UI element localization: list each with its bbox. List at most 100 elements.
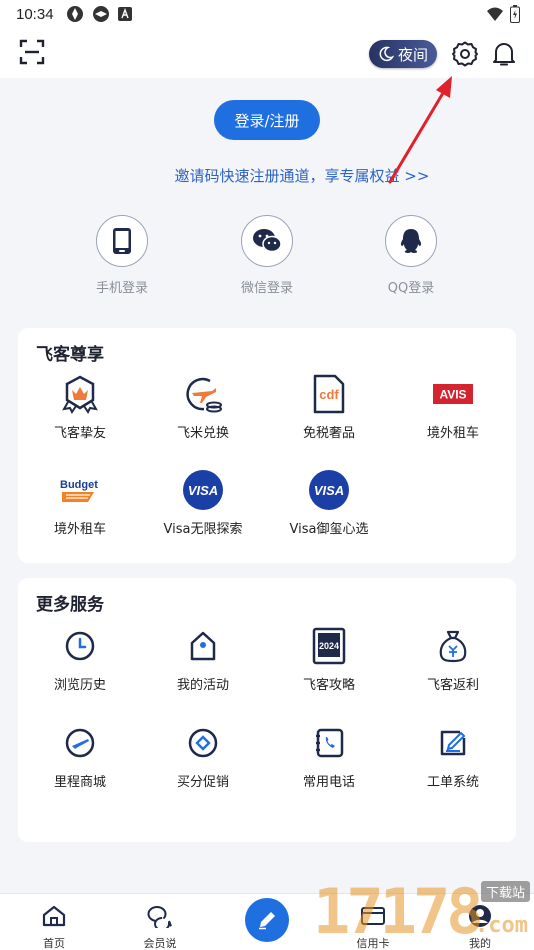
grid-item-guide[interactable]: 2024 飞客攻略 xyxy=(274,624,384,693)
privileges-card: 飞客尊享 飞客挚友 飞米兑换 cdf 免税奢品 AVIS 境外租车 Budget… xyxy=(18,328,516,563)
grid-item-duty-free[interactable]: cdf 免税奢品 xyxy=(274,372,384,441)
grid-item-my-activity[interactable]: 我的活动 xyxy=(148,624,258,693)
bell-icon[interactable] xyxy=(490,40,518,68)
font-notification-icon xyxy=(117,7,132,21)
app-notification-icon xyxy=(66,6,83,22)
grid-item-avis[interactable]: AVIS 境外租车 xyxy=(398,372,508,441)
nav-item-label: 信用卡 xyxy=(356,937,390,950)
home-icon xyxy=(42,905,66,927)
moon-icon xyxy=(379,46,394,62)
nav-item-credit-card[interactable]: 信用卡 xyxy=(333,904,413,950)
grid-item-label: 里程商城 xyxy=(53,775,106,790)
plane-circle-icon xyxy=(65,728,95,758)
money-bag-icon xyxy=(439,630,467,663)
status-bar: 10:34 xyxy=(0,0,534,28)
scan-icon[interactable] xyxy=(18,38,46,66)
grid-item-visa-infinite[interactable]: VISA Visa无限探索 xyxy=(148,468,258,537)
nav-item-mine[interactable]: 我的 xyxy=(440,904,520,950)
nav-item-label: 会员说 xyxy=(143,937,177,950)
grid-item-label: 工单系统 xyxy=(426,775,479,790)
edit-form-icon xyxy=(440,730,466,756)
chat-bubbles-icon xyxy=(147,906,172,931)
profile-icon xyxy=(469,905,491,927)
crown-badge-icon xyxy=(62,375,98,414)
nav-item-home[interactable]: 首页 xyxy=(14,904,94,950)
settings-gear-icon[interactable] xyxy=(451,40,479,68)
grid-item-feimi-exchange[interactable]: 飞米兑换 xyxy=(148,372,258,441)
grid-item-label: 买分促销 xyxy=(176,775,229,790)
qq-login-label: QQ登录 xyxy=(387,281,435,296)
location-tag-icon xyxy=(190,631,216,661)
credit-card-icon xyxy=(361,907,385,925)
status-system-icons xyxy=(486,5,520,23)
diamond-circle-icon xyxy=(188,728,218,758)
grid-item-label: 飞米兑换 xyxy=(176,426,229,441)
grid-item-label: 免税奢品 xyxy=(302,426,355,441)
services-card: 更多服务 浏览历史 我的活动 2024 飞客攻略 飞客返利 里程商城 买分促销 xyxy=(18,578,516,842)
qq-login-option[interactable]: QQ登录 xyxy=(361,215,461,296)
visa-text: VISA xyxy=(314,483,344,498)
calendar-book-icon: 2024 xyxy=(312,627,346,665)
grid-item-label: 飞客挚友 xyxy=(53,426,106,441)
grid-item-label: 飞客返利 xyxy=(426,678,479,693)
pen-icon xyxy=(259,912,275,930)
qq-icon xyxy=(400,229,422,253)
grid-item-phone-book[interactable]: 常用电话 xyxy=(274,721,384,790)
nav-item-label: 首页 xyxy=(43,937,65,950)
nav-item-label: 我的 xyxy=(469,937,491,950)
wechat-login-label: 微信登录 xyxy=(240,281,293,296)
grid-item-label: 境外租车 xyxy=(426,426,479,441)
nav-item-member-talk[interactable]: 会员说 xyxy=(120,904,200,950)
grid-item-feike-friend[interactable]: 飞客挚友 xyxy=(25,372,135,441)
qq-login-circle[interactable] xyxy=(385,215,437,267)
cdf-icon: cdf xyxy=(313,374,345,414)
phone-book-icon xyxy=(316,728,344,758)
guide-year-text: 2024 xyxy=(319,641,339,651)
grid-item-visa-signature[interactable]: VISA Visa御玺心选 xyxy=(274,468,384,537)
grid-item-ticket-system[interactable]: 工单系统 xyxy=(398,721,508,790)
wechat-login-circle[interactable] xyxy=(241,215,293,267)
budget-logo-icon: Budget xyxy=(60,479,98,502)
grid-item-budget[interactable]: Budget 境外租车 xyxy=(25,468,135,537)
wifi-icon xyxy=(487,7,503,21)
grid-item-label: 飞客攻略 xyxy=(302,678,355,693)
grid-item-buy-points[interactable]: 买分促销 xyxy=(148,721,258,790)
visa-text: VISA xyxy=(188,483,218,498)
grid-item-label: 我的活动 xyxy=(176,678,229,693)
status-time: 10:34 xyxy=(16,5,54,23)
privileges-title: 飞客尊享 xyxy=(36,345,104,365)
app-notification-icon xyxy=(92,6,109,22)
services-title: 更多服务 xyxy=(36,595,104,615)
grid-item-history[interactable]: 浏览历史 xyxy=(25,624,135,693)
avis-text: AVIS xyxy=(439,388,466,402)
night-mode-button[interactable]: 夜间 xyxy=(369,40,437,68)
invite-code-link[interactable]: 邀请码快速注册通道，享专属权益 >> xyxy=(0,165,534,186)
budget-text: Budget xyxy=(60,479,98,491)
phone-login-circle[interactable] xyxy=(96,215,148,267)
grid-item-label: Visa御玺心选 xyxy=(289,522,369,537)
top-bar: 夜间 xyxy=(0,28,534,78)
avis-logo-icon: AVIS xyxy=(433,384,473,404)
grid-item-mileage-mall[interactable]: 里程商城 xyxy=(25,721,135,790)
phone-login-label: 手机登录 xyxy=(95,281,148,296)
plane-coin-icon xyxy=(186,377,222,413)
battery-icon xyxy=(510,5,520,23)
grid-item-label: 常用电话 xyxy=(302,775,355,790)
wechat-icon xyxy=(253,229,282,253)
compose-button[interactable] xyxy=(245,898,289,942)
invite-code-text: 邀请码快速注册通道，享专属权益 >> xyxy=(174,167,430,185)
grid-item-label: 境外租车 xyxy=(53,522,106,537)
phone-icon xyxy=(113,228,131,254)
grid-item-label: 浏览历史 xyxy=(53,678,106,693)
clock-icon xyxy=(65,631,95,661)
grid-item-rebate[interactable]: 飞客返利 xyxy=(398,624,508,693)
visa-icon: VISA xyxy=(309,470,349,510)
cdf-text: cdf xyxy=(319,387,339,402)
grid-item-label: Visa无限探索 xyxy=(163,522,243,537)
login-register-button[interactable]: 登录/注册 xyxy=(214,100,320,140)
visa-icon: VISA xyxy=(183,470,223,510)
night-mode-label: 夜间 xyxy=(397,45,428,64)
phone-login-option[interactable]: 手机登录 xyxy=(72,215,172,296)
wechat-login-option[interactable]: 微信登录 xyxy=(217,215,317,296)
status-notification-icons xyxy=(66,5,132,23)
